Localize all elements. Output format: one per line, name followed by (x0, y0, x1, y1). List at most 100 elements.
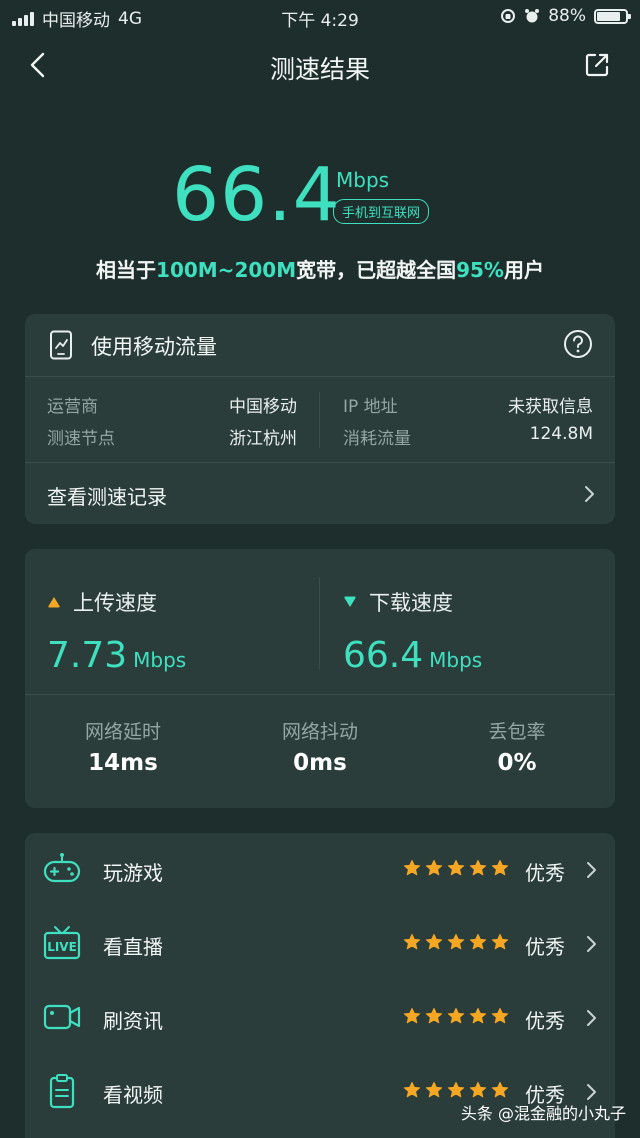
star-rating (403, 859, 509, 877)
star-icon (425, 859, 443, 876)
upload-icon (48, 597, 60, 608)
ip-label: IP 地址 (343, 397, 398, 417)
summary-percent: 95% (456, 258, 504, 282)
scenario-rating: 优秀 (525, 861, 565, 885)
mobile-data-icon (50, 330, 72, 360)
upload-speed: 上传速度 7.73 Mbps (47, 587, 186, 676)
star-rating (403, 933, 509, 951)
live-tv-icon: LIVE (43, 926, 81, 960)
download-unit: Mbps (429, 648, 483, 672)
star-icon (447, 1007, 465, 1024)
download-label: 下载速度 (369, 591, 453, 615)
star-icon (469, 933, 487, 950)
star-icon (403, 1007, 421, 1024)
node-label: 测速节点 (47, 429, 115, 449)
jitter-value: 0ms (293, 750, 347, 776)
upload-value: 7.73 (47, 635, 128, 676)
ip-value: 未获取信息 (508, 397, 593, 417)
summary-mid: 宽带，已超越全国 (296, 258, 457, 282)
chevron-right-icon (587, 936, 596, 952)
speed-summary: 相当于100M~200M宽带，已超越全国95%用户 (0, 254, 640, 283)
speed-detail-card: 上传速度 7.73 Mbps 下载速度 66.4 Mbps 网络延时 14ms 网络… (25, 549, 615, 808)
traffic-label: 消耗流量 (343, 429, 411, 449)
star-icon (447, 859, 465, 876)
latency-metric: 网络延时 14ms (25, 717, 221, 776)
summary-prefix: 相当于 (96, 258, 157, 282)
gamepad-icon (43, 853, 81, 883)
scenario-row-live[interactable]: LIVE 看直播 优秀 (25, 907, 615, 981)
battery-percent: 88% (548, 6, 586, 26)
speed-result: 66.4 Mbps 手机到互联网 (0, 150, 640, 240)
network-mode-header: 使用移动流量 (25, 314, 615, 377)
network-info-grid: 运营商 中国移动 测速节点 浙江杭州 IP 地址 未获取信息 消耗流量 124.… (25, 388, 615, 452)
star-icon (403, 933, 421, 950)
download-speed: 下载速度 66.4 Mbps (343, 587, 482, 676)
star-icon (491, 933, 509, 950)
packet-loss-value: 0% (497, 750, 537, 776)
star-icon (447, 1081, 465, 1098)
jitter-metric: 网络抖动 0ms (222, 717, 418, 776)
scenario-label: 刷资讯 (103, 1009, 163, 1033)
scenario-rating: 优秀 (525, 935, 565, 959)
nav-bar: 测速结果 (0, 40, 640, 92)
battery-icon (594, 8, 631, 24)
traffic-value: 124.8M (529, 424, 593, 444)
packet-loss-metric: 丢包率 0% (419, 717, 615, 776)
network-info-card: 使用移动流量 运营商 中国移动 测速节点 浙江杭州 IP 地址 未获取信息 消耗… (25, 314, 615, 524)
clipboard-icon (49, 1074, 75, 1109)
latency-value: 14ms (88, 750, 158, 776)
divider (319, 577, 320, 669)
star-icon (425, 1007, 443, 1024)
history-label: 查看测速记录 (47, 485, 167, 509)
star-icon (491, 1007, 509, 1024)
operator-label: 运营商 (47, 397, 98, 417)
svg-text:LIVE: LIVE (47, 940, 77, 954)
packet-loss-label: 丢包率 (488, 721, 546, 743)
share-icon[interactable] (582, 50, 612, 80)
help-icon[interactable] (563, 329, 593, 359)
status-bar: 中国移动 4G 下午 4:29 88% (0, 0, 640, 34)
star-icon (491, 859, 509, 876)
star-icon (403, 1081, 421, 1098)
download-icon (344, 596, 356, 607)
chevron-right-icon (585, 486, 594, 502)
speed-value: 66.4 (172, 152, 341, 238)
star-icon (425, 933, 443, 950)
star-icon (425, 1081, 443, 1098)
speed-unit: Mbps (336, 168, 390, 192)
scenario-label: 看视频 (103, 1083, 163, 1107)
jitter-label: 网络抖动 (281, 721, 358, 743)
divider (319, 392, 320, 448)
star-icon (469, 1007, 487, 1024)
summary-suffix: 用户 (503, 258, 544, 282)
video-camera-icon (43, 1004, 81, 1030)
star-icon (491, 1081, 509, 1098)
network-mode-label: 使用移动流量 (91, 335, 217, 359)
rotation-lock-icon (501, 9, 516, 23)
chevron-right-icon (587, 1010, 596, 1026)
scenario-row-news[interactable]: 刷资讯 优秀 (25, 981, 615, 1055)
latency-label: 网络延时 (84, 721, 161, 743)
test-type-badge: 手机到互联网 (333, 199, 430, 224)
divider (25, 694, 615, 695)
scenario-label: 玩游戏 (103, 861, 163, 885)
history-link[interactable]: 查看测速记录 (25, 462, 615, 525)
scenario-label: 看直播 (103, 935, 163, 959)
back-icon[interactable] (24, 50, 54, 80)
summary-bandwidth: 100M~200M (156, 258, 297, 282)
page-title: 测速结果 (269, 55, 370, 84)
chevron-right-icon (587, 862, 596, 878)
star-icon (469, 1081, 487, 1098)
node-value: 浙江杭州 (229, 429, 297, 449)
watermark: 头条 @混金融的小丸子 (460, 1104, 626, 1123)
scenario-rating: 优秀 (525, 1009, 565, 1033)
scenario-row-gaming[interactable]: 玩游戏 优秀 (25, 833, 615, 907)
upload-label: 上传速度 (73, 591, 157, 615)
star-rating (403, 1081, 509, 1099)
upload-unit: Mbps (133, 648, 187, 672)
star-icon (469, 859, 487, 876)
star-icon (403, 859, 421, 876)
star-icon (447, 933, 465, 950)
operator-value: 中国移动 (229, 397, 297, 417)
star-rating (403, 1007, 509, 1025)
